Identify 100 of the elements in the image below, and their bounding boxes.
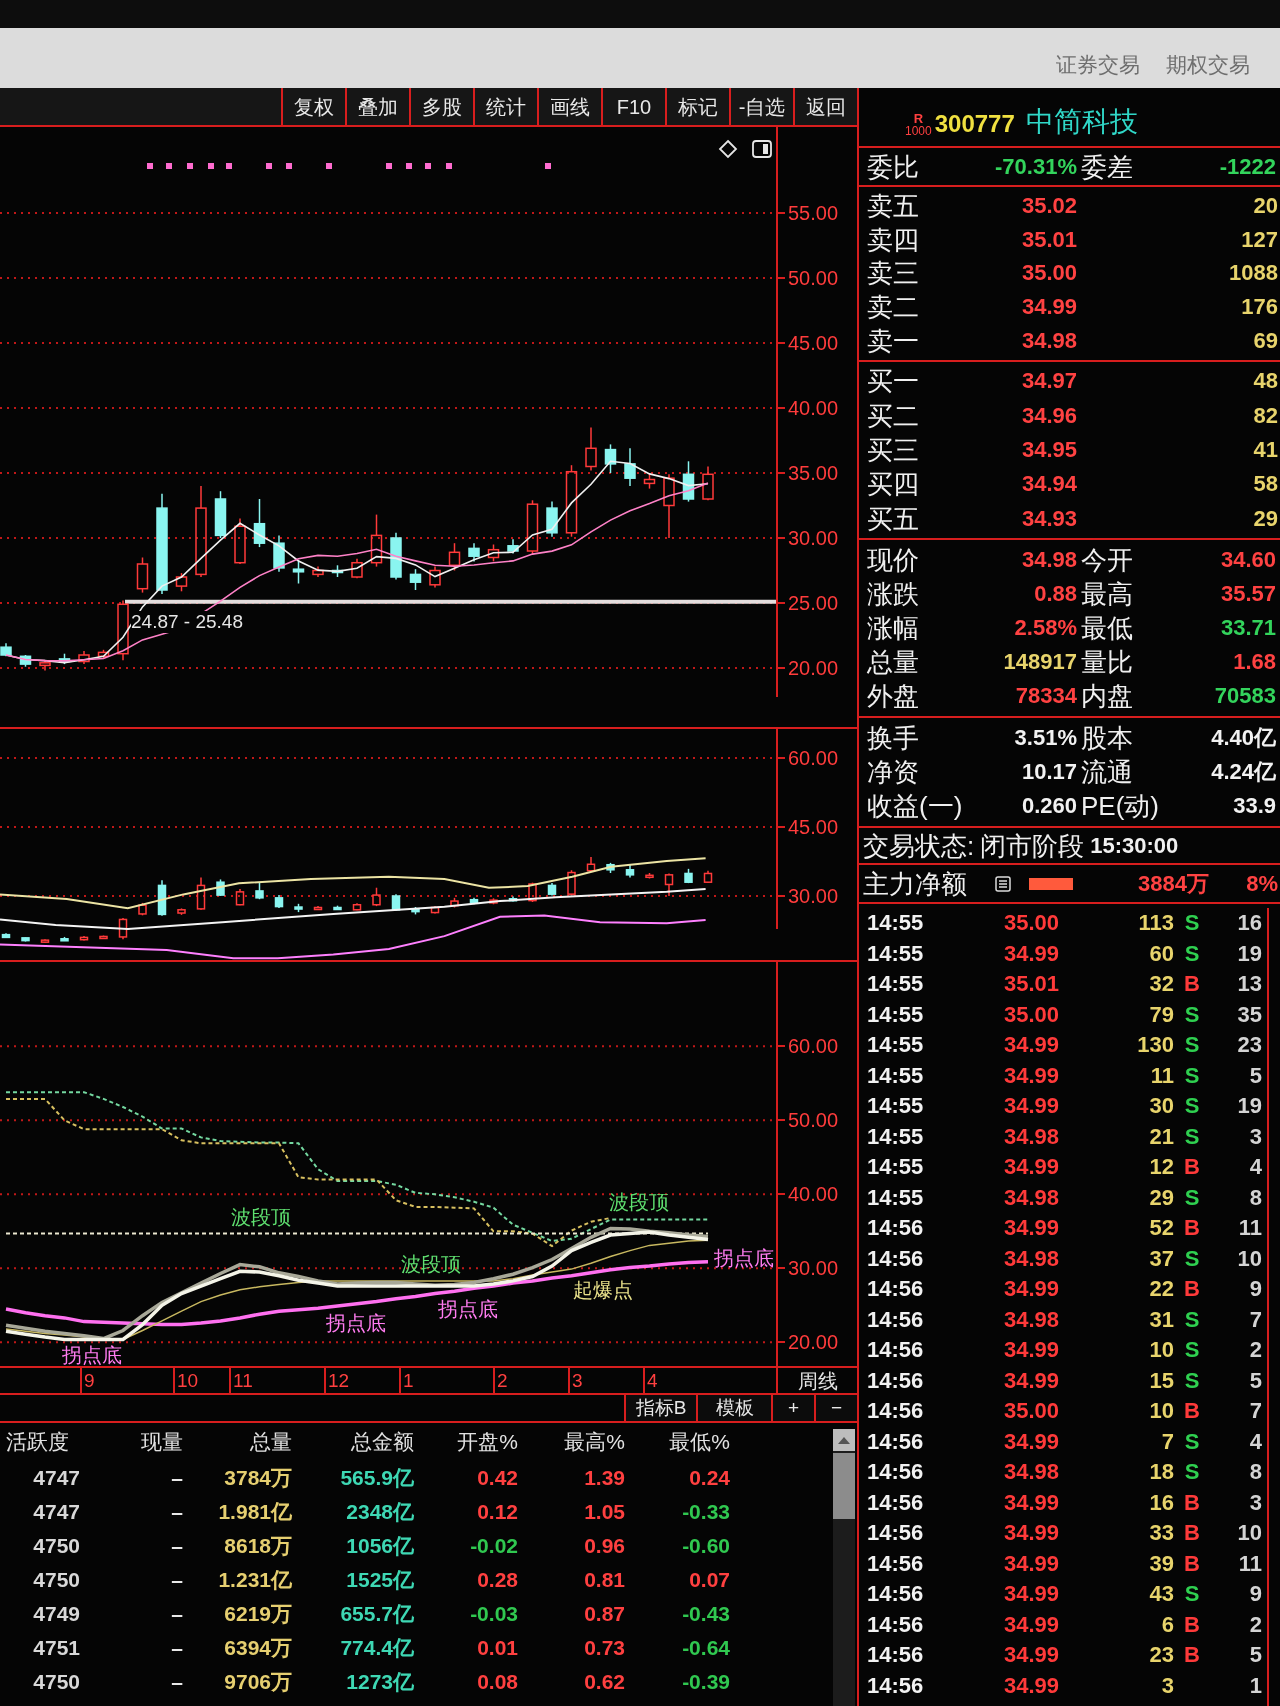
trade-side: B [1183, 1276, 1201, 1303]
tick-count: 2 [1248, 1611, 1262, 1638]
diamond-icon[interactable] [718, 139, 738, 159]
field-value: 1.68 [1232, 649, 1277, 675]
tick-count: 19 [1236, 1093, 1262, 1120]
scrollbar-thumb[interactable] [833, 1453, 855, 1519]
table-cell-text: 0.87 [583, 1602, 625, 1626]
tick-price: 34.98 [1002, 1245, 1059, 1272]
toolbar-button[interactable]: -自选 [729, 88, 793, 125]
table-cell-text: – [170, 1602, 183, 1626]
field-label: 量比 [1081, 647, 1134, 677]
column-header[interactable]: 最高% [518, 1430, 625, 1454]
tick-volume: 43 [1148, 1581, 1174, 1608]
signal-marker-icon [286, 163, 292, 169]
month-label: 1 [402, 1370, 414, 1391]
column-header[interactable]: 现量 [80, 1430, 183, 1454]
table-cell-text: 0.28 [476, 1568, 518, 1592]
signal-label: 拐点底 [326, 1312, 386, 1334]
table-cell-text: -0.39 [681, 1670, 730, 1694]
remove-button[interactable]: − [814, 1395, 857, 1421]
tick-time: 14:56 [867, 1398, 925, 1425]
candlestick [157, 879, 167, 917]
column-header[interactable]: 总金额 [292, 1430, 414, 1454]
field-value: 34.60 [1219, 547, 1277, 573]
column-header[interactable]: 开盘% [414, 1430, 518, 1454]
table-cell-text: 1.981亿 [217, 1500, 292, 1524]
tick-time: 14:55 [867, 1184, 925, 1211]
candlestick [312, 565, 324, 578]
field-value: 33.71 [1219, 615, 1277, 641]
indicator-button[interactable]: 指标B [624, 1395, 696, 1421]
panel-toggle-icon[interactable] [752, 140, 772, 158]
order-price: 34.93 [1020, 505, 1078, 532]
order-price: 35.01 [1020, 226, 1078, 253]
field-value: 2.58% [1013, 615, 1078, 641]
field-label: 委差 [1081, 151, 1134, 182]
field-label: 买二 [867, 400, 920, 431]
candlestick [352, 902, 362, 911]
field-value: 0.260 [1020, 793, 1078, 819]
field-label: 今开 [1081, 545, 1134, 575]
candlestick [21, 936, 30, 943]
tick-time: 14:55 [867, 1123, 925, 1150]
field-value: 78334 [1014, 683, 1078, 709]
trade-side: B [1183, 1550, 1201, 1577]
tick-time: 14:56 [867, 1245, 925, 1272]
table-cell-text: – [170, 1636, 183, 1660]
signal-label: 拐点底 [714, 1247, 774, 1269]
tick-time: 14:55 [867, 940, 925, 967]
table-cell-text: 0.96 [583, 1534, 625, 1558]
order-volume: 176 [1240, 294, 1279, 321]
toolbar-button[interactable]: 画线 [537, 88, 601, 125]
trade-side: S [1183, 1428, 1201, 1455]
toolbar-button[interactable]: 叠加 [345, 88, 409, 125]
tick-price: 34.99 [1002, 1154, 1059, 1181]
signal-label: 起爆点 [573, 1279, 633, 1301]
tick-count: 8 [1248, 1184, 1262, 1211]
list-icon[interactable] [995, 875, 1011, 892]
axis-label: 60.00 [788, 748, 839, 768]
month-label: 2 [496, 1370, 508, 1391]
tick-volume: 32 [1148, 971, 1174, 998]
table-cell-text: 0.42 [476, 1466, 518, 1490]
column-header[interactable]: 活跃度 [0, 1430, 80, 1454]
toolbar-button[interactable]: 标记 [665, 88, 729, 125]
template-button[interactable]: 模板 [696, 1395, 771, 1421]
field-value: -1222 [1218, 153, 1277, 180]
toolbar-button[interactable]: 统计 [473, 88, 537, 125]
signal-marker-icon [406, 163, 412, 169]
scrollbar[interactable] [833, 1429, 855, 1706]
table-cell-text: -0.43 [681, 1602, 730, 1626]
tick-time: 14:56 [867, 1367, 925, 1394]
scroll-up-button[interactable] [833, 1429, 855, 1451]
order-price: 34.95 [1020, 437, 1078, 463]
table-cell-text: 1.231亿 [217, 1568, 292, 1592]
tick-price: 34.99 [1002, 1062, 1059, 1089]
candlestick [684, 868, 693, 884]
flag-number: 1000 [905, 125, 932, 138]
field-label: PE(动) [1081, 791, 1160, 821]
order-price: 34.97 [1020, 368, 1078, 395]
table-cell-text: -0.02 [469, 1534, 518, 1558]
toolbar-button[interactable]: 返回 [793, 88, 857, 125]
menu-tab[interactable]: 证券交易 [1056, 52, 1140, 78]
add-button[interactable]: + [771, 1395, 814, 1421]
candlestick [79, 935, 89, 942]
toolbar-button[interactable]: F10 [601, 88, 665, 125]
candlestick [391, 893, 401, 912]
column-header[interactable]: 最低% [625, 1430, 730, 1454]
column-header[interactable]: 总量 [183, 1430, 292, 1454]
candlestick [273, 534, 285, 573]
menu-tab[interactable]: 期权交易 [1166, 52, 1250, 78]
candlestick [19, 654, 32, 668]
field-value: 35.57 [1219, 581, 1277, 607]
toolbar-button[interactable]: 多股 [409, 88, 473, 125]
field-label: 委比 [867, 151, 920, 182]
tick-volume: 33 [1148, 1520, 1174, 1547]
toolbar-button[interactable]: 复权 [281, 88, 345, 125]
table-cell-text: 6394万 [223, 1636, 292, 1660]
field-label: 卖五 [867, 190, 920, 221]
trade-side: S [1183, 1367, 1201, 1394]
field-label: 买五 [867, 503, 920, 534]
candlestick [294, 903, 303, 913]
field-label: 流通 [1081, 757, 1134, 787]
